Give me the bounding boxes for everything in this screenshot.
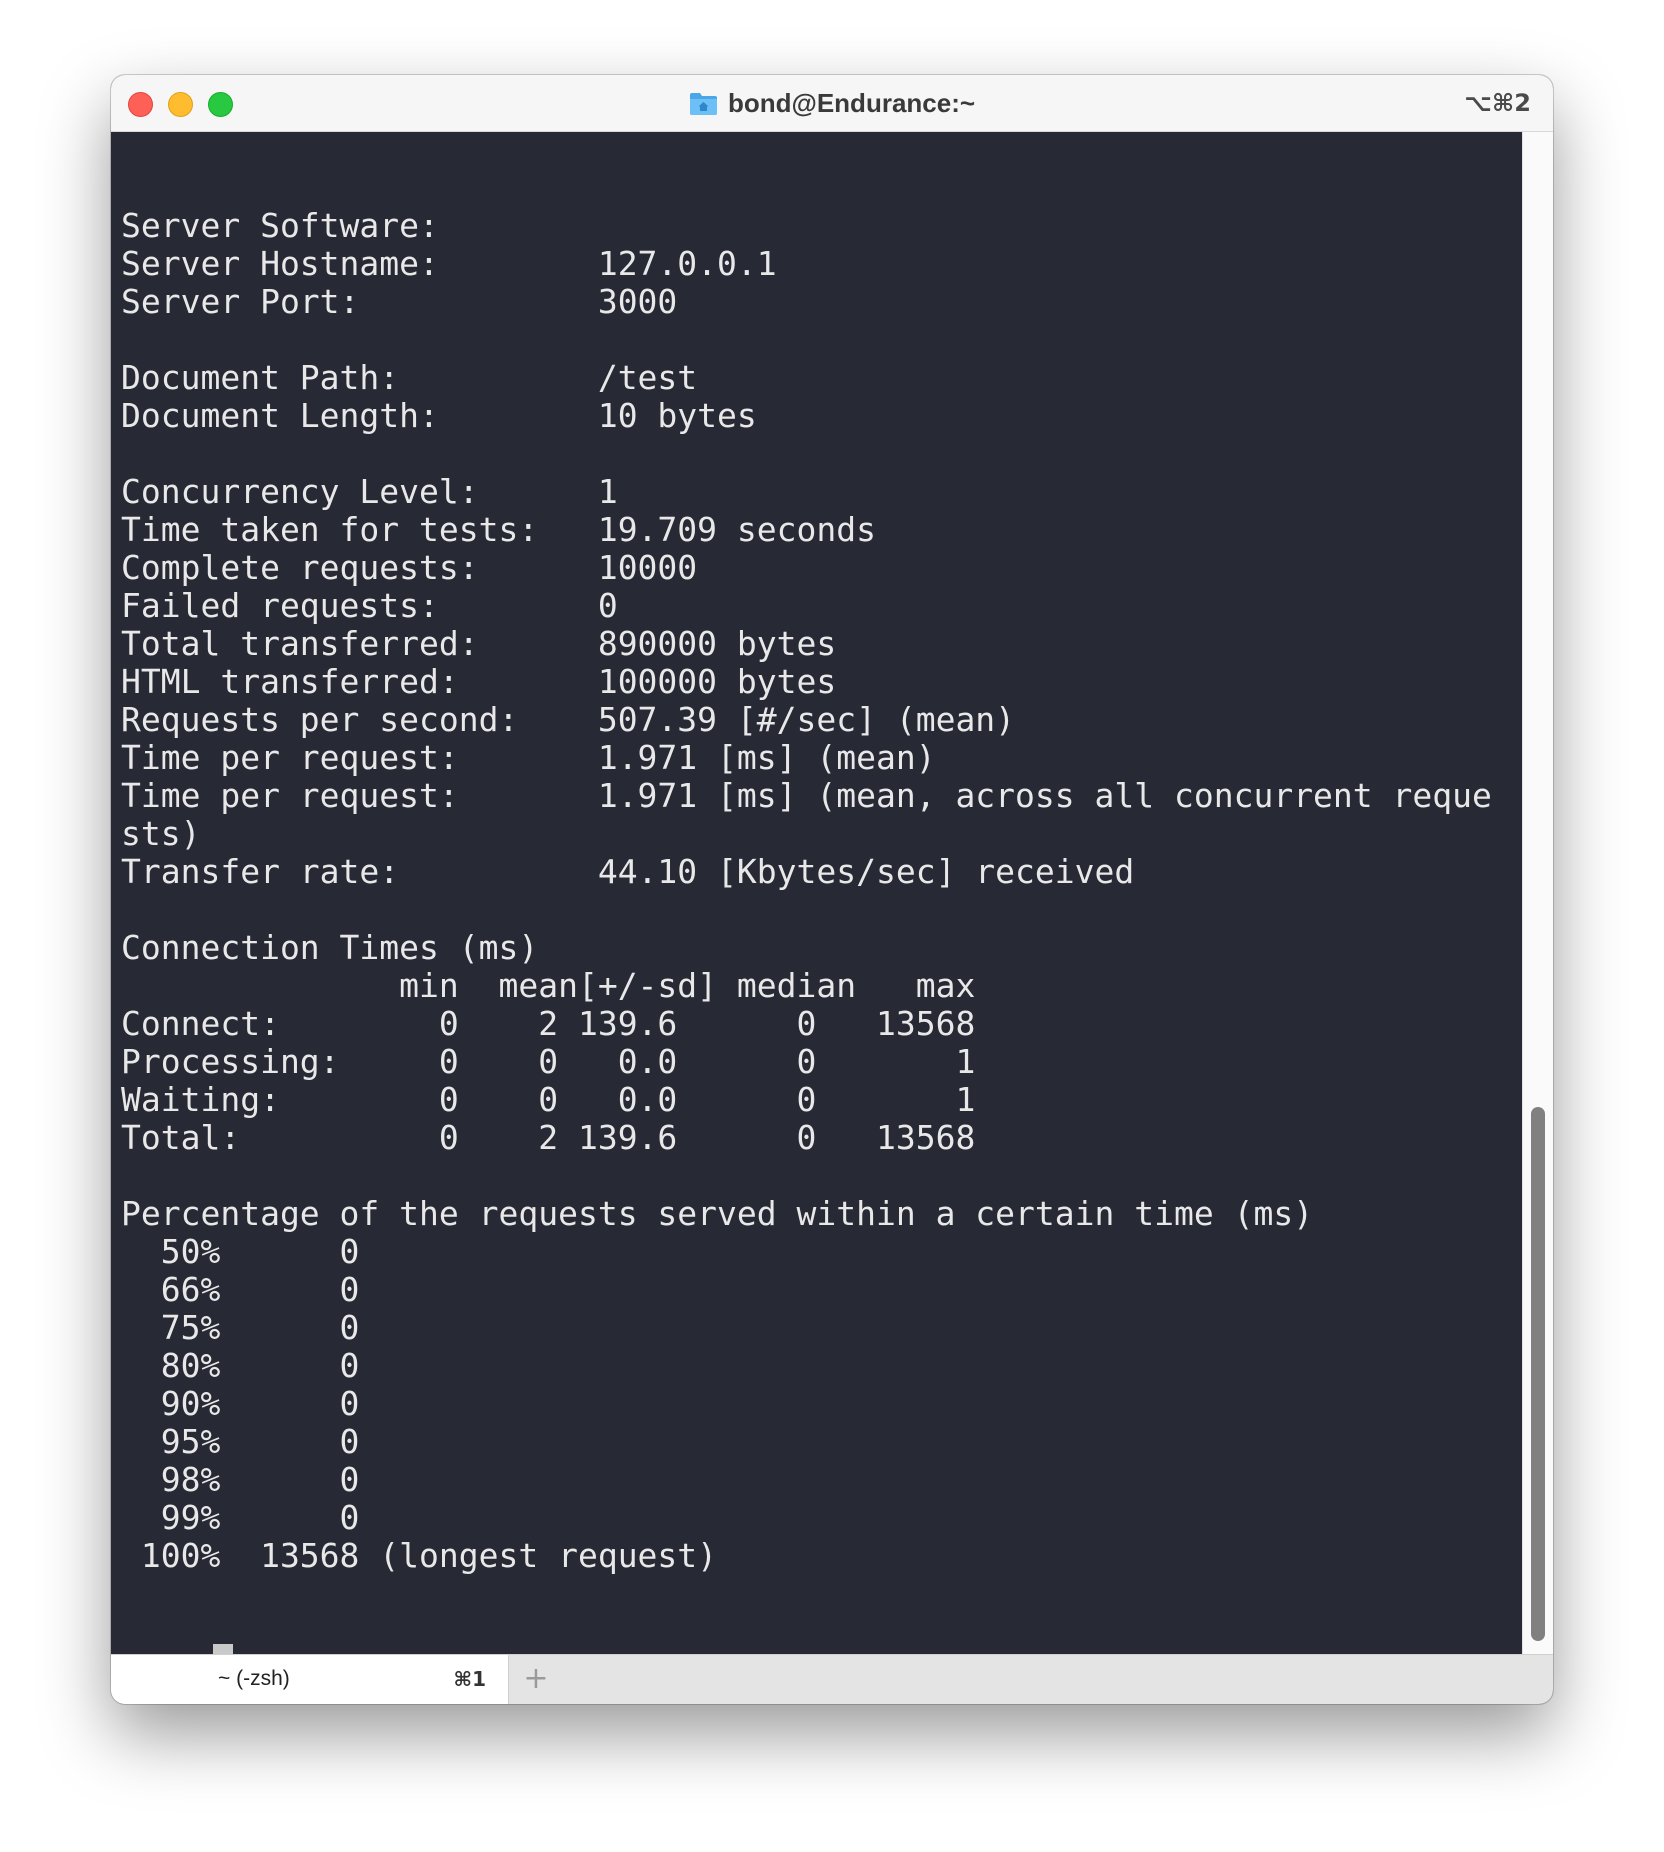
text-cursor bbox=[212, 1644, 233, 1654]
tab-zsh[interactable]: ~ (-zsh) ⌘1 bbox=[111, 1655, 509, 1704]
prompt-arrow-icon: ➜ bbox=[121, 1643, 141, 1655]
prompt-directory: ~ bbox=[173, 1643, 193, 1655]
new-tab-button[interactable]: + bbox=[511, 1655, 561, 1704]
scrollbar-thumb[interactable] bbox=[1531, 1107, 1545, 1641]
title-bar[interactable]: bond@Endurance:~ ⌥⌘2 bbox=[111, 75, 1553, 132]
shell-prompt[interactable]: ➜ ~ bbox=[121, 1643, 233, 1654]
scrollbar[interactable] bbox=[1522, 132, 1553, 1654]
tab-title: ~ (-zsh) bbox=[218, 1667, 290, 1690]
terminal-output: Server Software: Server Hostname: 127.0.… bbox=[121, 206, 1492, 1575]
terminal-content[interactable]: Server Software: Server Hostname: 127.0.… bbox=[111, 132, 1522, 1654]
window-title: bond@Endurance:~ bbox=[727, 88, 976, 118]
window-shortcut: ⌥⌘2 bbox=[1464, 89, 1531, 117]
title-group: bond@Endurance:~ bbox=[111, 75, 1553, 132]
terminal-window: bond@Endurance:~ ⌥⌘2 Server Software: Se… bbox=[111, 75, 1553, 1704]
tab-shortcut: ⌘1 bbox=[453, 1667, 486, 1691]
folder-home-icon bbox=[689, 91, 718, 116]
tab-bar: ~ (-zsh) ⌘1 + bbox=[111, 1654, 1553, 1704]
